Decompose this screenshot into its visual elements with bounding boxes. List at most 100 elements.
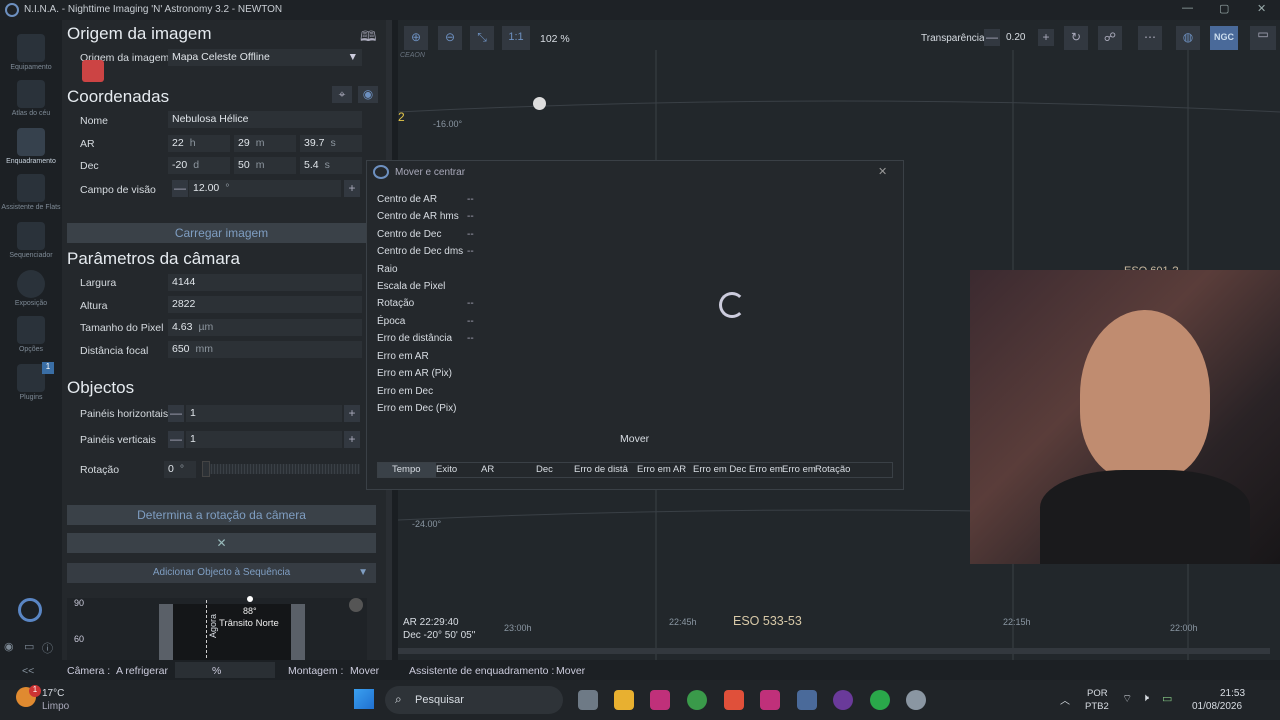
dec-seconds-field[interactable]: 5.4 s xyxy=(300,157,362,174)
ra-hours-field[interactable]: 22 h xyxy=(168,135,230,152)
clock-time[interactable]: 21:53 xyxy=(1220,688,1245,699)
target-icon[interactable]: ⌖ xyxy=(332,86,352,103)
status-move: Mover xyxy=(620,433,650,445)
hpanels-decrement-button[interactable]: — xyxy=(168,405,184,422)
column-header[interactable]: AR xyxy=(481,464,494,475)
sidebar-item-equipment[interactable]: Equipamento xyxy=(0,34,62,71)
vpanels-decrement-button[interactable]: — xyxy=(168,431,184,448)
sidebar-item-exposure[interactable]: Exposição xyxy=(0,270,62,307)
transparency-increment-button[interactable]: + xyxy=(1038,29,1054,46)
fit-icon[interactable]: ⤡ xyxy=(470,26,494,50)
minimize-icon[interactable]: — xyxy=(1182,2,1193,14)
nina-taskbar-icon[interactable] xyxy=(797,690,817,710)
brave-icon[interactable] xyxy=(724,690,744,710)
phd2-icon[interactable] xyxy=(870,690,890,710)
app-icon[interactable] xyxy=(760,690,780,710)
column-header[interactable]: Erro em xyxy=(749,464,783,475)
windows-start-icon[interactable] xyxy=(354,689,374,709)
vpanels-increment-button[interactable]: + xyxy=(344,431,360,448)
column-header[interactable]: Erro em AR xyxy=(637,464,686,475)
sidebar-item-flats[interactable]: Assistente de Flats xyxy=(0,174,62,211)
hpanels-increment-button[interactable]: + xyxy=(344,405,360,422)
chrome-icon[interactable] xyxy=(687,690,707,710)
horizontal-panels-field[interactable]: 1 xyxy=(186,405,342,422)
sidebar-item-framing[interactable]: Enquadramento xyxy=(0,128,62,165)
column-header[interactable]: Erro em Dec xyxy=(693,464,746,475)
dialog-title: Mover e centrar xyxy=(395,167,466,178)
sidebar-item-atlas[interactable]: Atlas do céu xyxy=(0,80,62,117)
column-header[interactable]: Erro de distâ xyxy=(574,464,628,475)
rotate-icon[interactable]: ↻ xyxy=(1064,26,1088,50)
height-field[interactable]: 2822 xyxy=(168,296,362,313)
ra-seconds-field[interactable]: 39.7 s xyxy=(300,135,362,152)
task-view-icon[interactable] xyxy=(578,690,598,710)
info-icon[interactable]: ⓘ xyxy=(42,640,53,656)
now-label: Agora xyxy=(208,613,218,638)
wifi-icon[interactable]: ⌔ xyxy=(1122,692,1132,706)
fov-field[interactable]: 12.00 ° xyxy=(189,180,341,197)
column-header[interactable]: Tempo xyxy=(378,463,436,477)
fov-decrement-button[interactable]: — xyxy=(172,180,188,197)
transparency-decrement-button[interactable]: — xyxy=(984,29,1000,46)
fov-increment-button[interactable]: + xyxy=(344,180,360,197)
dec-gridline-label: -24.00° xyxy=(412,519,442,529)
collapse-button[interactable]: << xyxy=(22,665,34,677)
vertical-panels-field[interactable]: 1 xyxy=(186,431,342,448)
horizontal-scrollbar[interactable] xyxy=(398,648,1270,654)
ra-minutes-field[interactable]: 29 m xyxy=(234,135,296,152)
row-label: Escala de Pixel xyxy=(377,281,446,292)
pixel-size-field[interactable]: 4.63 µm xyxy=(168,319,362,336)
volume-icon[interactable]: 🕨 xyxy=(1142,692,1149,705)
book-icon[interactable]: 🕮 xyxy=(360,26,377,50)
cancel-button[interactable]: ✕ xyxy=(67,533,376,553)
one-to-one-button[interactable]: 1:1 xyxy=(502,26,530,50)
book-icon[interactable]: ▭ xyxy=(24,640,34,653)
chevron-up-icon[interactable]: ︿ xyxy=(1060,692,1070,707)
zoom-out-icon[interactable]: ⊖ xyxy=(438,26,462,50)
zoom-level: 102 % xyxy=(540,33,570,45)
name-field[interactable]: Nebulosa Hélice xyxy=(168,111,362,128)
rotation-slider[interactable] xyxy=(202,461,360,477)
dec-minutes-field[interactable]: 50 m xyxy=(234,157,296,174)
column-header[interactable]: Dec xyxy=(536,464,553,475)
width-field[interactable]: 4144 xyxy=(168,274,362,291)
sidebar-item-options[interactable]: Opções xyxy=(0,316,62,353)
annotation-icon[interactable]: ▭ xyxy=(1250,26,1276,50)
app-icon[interactable] xyxy=(650,690,670,710)
dec-degrees-field[interactable]: -20 d xyxy=(168,157,230,174)
column-header[interactable]: Erro em xyxy=(782,464,816,475)
app-icon[interactable] xyxy=(906,690,926,710)
rotation-field[interactable]: 0 ° xyxy=(164,461,196,478)
close-icon[interactable]: ✕ xyxy=(878,165,887,178)
stellarium-icon[interactable] xyxy=(833,690,853,710)
boundary-icon[interactable]: ⋯ xyxy=(1138,26,1162,50)
taskbar-search[interactable]: ⌕ Pesquisar xyxy=(385,686,563,714)
power-icon[interactable] xyxy=(18,598,42,622)
file-explorer-icon[interactable] xyxy=(614,690,634,710)
zoom-in-icon[interactable]: ⊕ xyxy=(404,26,428,50)
add-to-sequence-button[interactable]: Adicionar Objecto à Sequência ▼ xyxy=(67,563,376,583)
load-image-button[interactable]: Carregar imagem xyxy=(67,223,376,243)
location-pin-icon[interactable]: ◉ xyxy=(358,86,378,103)
sequencer-icon xyxy=(17,222,45,250)
column-header[interactable]: Rotação xyxy=(815,464,850,475)
keyboard-layout[interactable]: PTB2 xyxy=(1085,701,1109,712)
maximize-icon[interactable]: ▢ xyxy=(1219,2,1229,15)
row-label: Erro em AR xyxy=(377,351,429,362)
column-header[interactable]: Exito xyxy=(436,464,457,475)
transparency-value: 0.20 xyxy=(1006,32,1026,43)
eye-icon[interactable]: ◉ xyxy=(4,640,14,653)
focal-length-field[interactable]: 650 mm xyxy=(168,341,362,358)
language[interactable]: POR xyxy=(1087,688,1108,699)
grid-globe-icon[interactable]: ◍ xyxy=(1176,26,1200,50)
slider-thumb[interactable] xyxy=(202,461,210,477)
sidebar-item-sequencer[interactable]: Sequenciador xyxy=(0,222,62,259)
image-source-select[interactable]: Mapa Celeste Offline ▼ xyxy=(168,49,362,66)
chart-toggle-icon[interactable] xyxy=(349,598,363,612)
battery-icon[interactable]: ▭ xyxy=(1162,692,1172,705)
determine-rotation-button[interactable]: Determina a rotação da câmera xyxy=(67,505,376,525)
clock-date[interactable]: 01/08/2026 xyxy=(1192,701,1242,712)
close-icon[interactable]: ✕ xyxy=(1257,2,1266,15)
constellation-icon[interactable]: ☍ xyxy=(1098,26,1122,50)
ngc-toggle-button[interactable]: NGC xyxy=(1210,26,1238,50)
